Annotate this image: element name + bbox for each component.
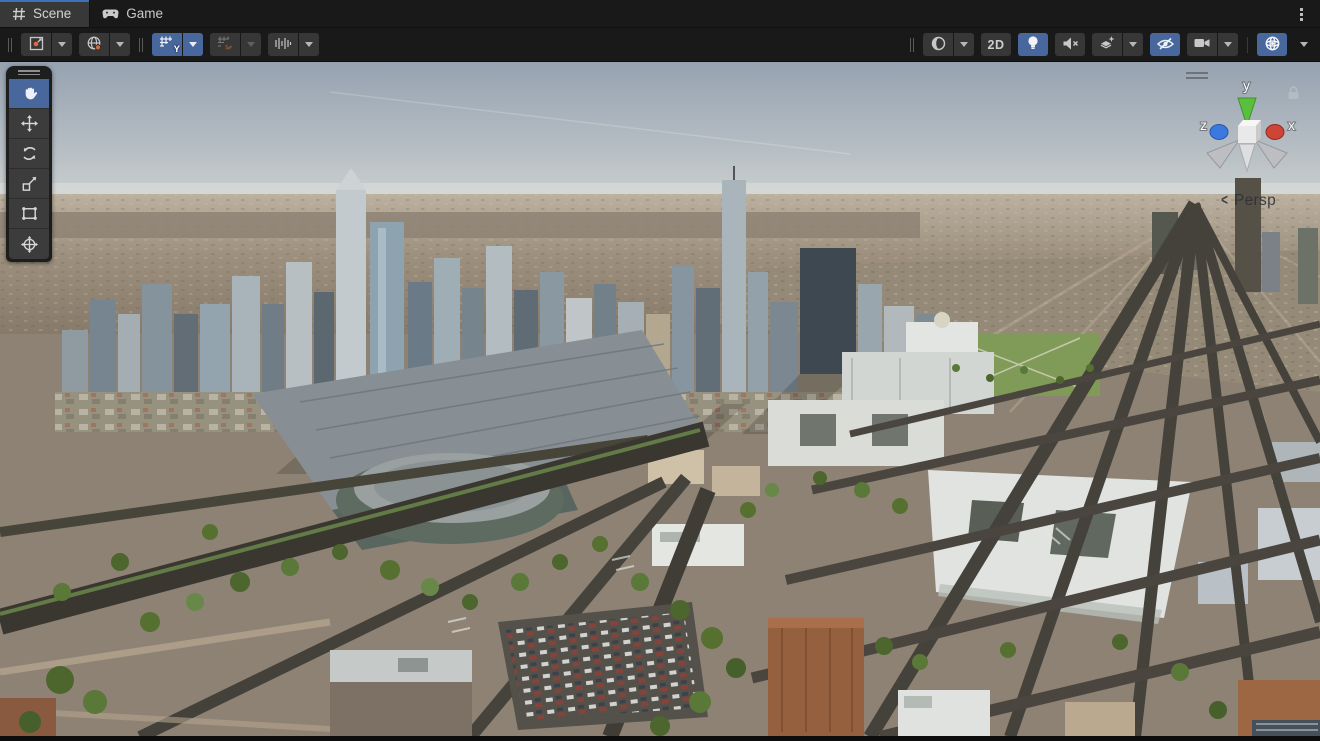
gizmos-toggle-button[interactable] — [1257, 33, 1287, 56]
transform-tool[interactable] — [9, 229, 49, 259]
orientation-gizmo[interactable]: y z x — [1192, 74, 1302, 184]
gizmos-dropdown[interactable] — [1294, 33, 1314, 56]
camera-icon — [1193, 36, 1211, 53]
view-hand-tool[interactable] — [9, 79, 49, 109]
chevron-down-icon — [189, 42, 197, 47]
grid-snapping-dropdown[interactable] — [241, 33, 261, 56]
tools-drag-handle[interactable] — [6, 66, 52, 79]
rect-tool[interactable] — [9, 199, 49, 229]
scene-lighting-button[interactable] — [1018, 33, 1048, 56]
city-render — [0, 62, 1320, 736]
grid-snapping-button[interactable] — [210, 33, 240, 56]
axis-z-label: z — [1200, 117, 1207, 133]
move-tool[interactable] — [9, 109, 49, 139]
transform-icon — [20, 235, 39, 254]
gizmo-sphere-icon — [1264, 35, 1281, 55]
toolbar-drag-handle[interactable] — [8, 38, 12, 52]
tab-scene[interactable]: Scene — [0, 0, 89, 27]
chevron-down-icon — [1224, 42, 1232, 47]
draw-mode-dropdown[interactable] — [954, 33, 974, 56]
pivot-center-icon — [28, 35, 45, 55]
tab-scene-label: Scene — [33, 6, 71, 21]
audio-mute-button[interactable] — [1055, 33, 1085, 56]
chevron-down-icon — [1129, 42, 1137, 47]
toolbar-drag-handle[interactable] — [910, 38, 914, 52]
rect-tool-icon — [20, 204, 39, 223]
scene-3d-view[interactable]: y z x < Persp — [0, 62, 1320, 736]
rotate-icon — [20, 144, 39, 163]
projection-toggle[interactable]: < Persp — [1220, 192, 1276, 210]
effects-sparkle-icon — [1098, 35, 1116, 54]
shaded-sphere-icon — [930, 35, 947, 55]
rotate-tool[interactable] — [9, 139, 49, 169]
tools-overlay — [6, 66, 52, 262]
chevron-down-icon — [960, 42, 968, 47]
tool-handle-position-button[interactable] — [21, 33, 51, 56]
axis-x-label: x — [1288, 117, 1295, 133]
grid-visibility-dropdown[interactable] — [183, 33, 203, 56]
tab-game-label: Game — [126, 6, 163, 21]
2d-label: 2D — [988, 38, 1005, 52]
chevron-down-icon — [305, 42, 313, 47]
toolbar-drag-handle[interactable] — [139, 38, 143, 52]
tool-handle-rotation-dropdown[interactable] — [110, 33, 130, 56]
tab-game[interactable]: Game — [90, 0, 181, 27]
light-bulb-icon — [1026, 35, 1040, 54]
hand-icon — [20, 84, 39, 103]
move-arrows-icon — [20, 114, 39, 133]
scene-toolbar: Y — [0, 28, 1320, 62]
effects-button[interactable] — [1092, 33, 1122, 56]
scale-icon — [20, 174, 39, 193]
window-bottom-edge — [0, 736, 1320, 741]
2d-toggle-button[interactable]: 2D — [981, 33, 1011, 56]
globe-local-icon — [86, 35, 103, 55]
chevron-down-icon — [116, 42, 124, 47]
axis-y-label: y — [1243, 77, 1250, 93]
increment-snap-dropdown[interactable] — [299, 33, 319, 56]
scene-visibility-button[interactable] — [1150, 33, 1180, 56]
tool-handle-position-dropdown[interactable] — [52, 33, 72, 56]
gamepad-icon — [102, 8, 119, 20]
scene-grid-icon — [12, 7, 26, 21]
tool-handle-rotation-button[interactable] — [79, 33, 109, 56]
speaker-muted-icon — [1062, 36, 1079, 54]
camera-settings-dropdown[interactable] — [1218, 33, 1238, 56]
unity-scene-window: Scene Game — [0, 0, 1320, 741]
camera-settings-button[interactable] — [1187, 33, 1217, 56]
grid-visibility-button[interactable]: Y — [152, 33, 182, 56]
increment-snap-button[interactable] — [268, 33, 298, 56]
projection-label: Persp — [1234, 192, 1276, 210]
increment-snap-icon — [274, 36, 292, 54]
draw-mode-button[interactable] — [923, 33, 953, 56]
effects-dropdown[interactable] — [1123, 33, 1143, 56]
grid-snap-magnet-icon — [217, 35, 233, 54]
persp-arrow-icon: < — [1221, 192, 1228, 210]
eye-hidden-icon — [1156, 36, 1175, 54]
chevron-down-icon — [247, 42, 255, 47]
tab-bar: Scene Game — [0, 0, 1320, 28]
grid-axis-icon — [159, 35, 175, 54]
chevron-down-icon — [1300, 42, 1308, 47]
kebab-menu-icon[interactable] — [1292, 4, 1310, 24]
scale-tool[interactable] — [9, 169, 49, 199]
toolbar-separator — [1247, 37, 1248, 53]
chevron-down-icon — [58, 42, 66, 47]
grid-axis-label: Y — [174, 44, 180, 55]
